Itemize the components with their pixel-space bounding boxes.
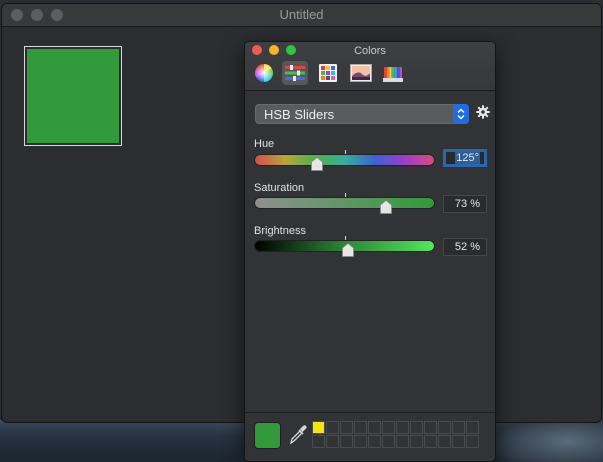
saturation-slider[interactable] [254, 193, 435, 214]
document-title: Untitled [279, 7, 324, 22]
hue-slider[interactable] [254, 150, 435, 171]
slider-mode-popup[interactable]: HSB Sliders [255, 104, 469, 124]
swatch-cell[interactable] [424, 421, 437, 434]
swatch-cell[interactable] [452, 421, 465, 434]
colors-panel-footer [245, 412, 495, 461]
swatch-cell[interactable] [396, 421, 409, 434]
color-wheel-icon [254, 64, 274, 82]
colors-panel-titlebar[interactable]: Colors [245, 42, 495, 91]
document-titlebar[interactable]: Untitled [2, 4, 601, 27]
swatch-cell[interactable] [466, 435, 479, 448]
swatch-cell[interactable] [452, 435, 465, 448]
brightness-slider[interactable] [254, 236, 435, 257]
swatch-cell[interactable] [368, 421, 381, 434]
swatch-cell[interactable] [396, 435, 409, 448]
gear-icon[interactable] [476, 105, 490, 119]
color-well[interactable] [24, 46, 122, 146]
current-color-well[interactable] [254, 422, 281, 449]
brightness-value-field[interactable]: 52 % [443, 238, 487, 256]
swatch-cell[interactable] [368, 435, 381, 448]
saturation-label: Saturation [254, 182, 305, 194]
swatch-cell[interactable] [410, 421, 423, 434]
popup-chevron-icon [453, 104, 469, 124]
hue-slider-tick [345, 150, 346, 154]
brightness-label: Brightness [254, 225, 306, 237]
color-swatches [312, 421, 479, 448]
pencils-icon [383, 67, 403, 82]
mode-color-wheel[interactable] [251, 61, 277, 85]
saturation-value-field[interactable]: 73 % [443, 195, 487, 213]
hue-label: Hue [254, 138, 275, 150]
saturation-value: 73 % [454, 198, 480, 210]
swatch-cell[interactable] [424, 435, 437, 448]
mode-image-palettes[interactable] [348, 61, 374, 85]
mode-sliders[interactable] [282, 61, 308, 85]
swatch-cell[interactable] [382, 421, 395, 434]
hue-slider-knob[interactable] [311, 157, 324, 171]
eyedropper-icon[interactable] [289, 425, 307, 445]
mode-palettes[interactable] [315, 61, 341, 85]
swatch-cell[interactable] [340, 435, 353, 448]
brightness-slider-knob[interactable] [342, 243, 354, 257]
palettes-icon [319, 64, 337, 82]
slider-mode-label: HSB Sliders [264, 107, 335, 122]
swatch-cell[interactable] [312, 435, 325, 448]
hue-value: 125° [455, 152, 480, 164]
swatch-cell[interactable] [326, 421, 339, 434]
swatch-cell[interactable] [438, 435, 451, 448]
color-well-swatch [27, 49, 119, 143]
swatch-cell[interactable] [340, 421, 353, 434]
saturation-slider-knob[interactable] [379, 200, 392, 214]
swatch-cell[interactable] [354, 435, 367, 448]
brightness-value: 52 % [454, 241, 480, 253]
saturation-slider-tick [345, 193, 346, 197]
brightness-slider-tick [345, 236, 346, 240]
sliders-icon [285, 65, 305, 81]
colors-panel-title: Colors [354, 45, 386, 57]
swatch-cell[interactable] [466, 421, 479, 434]
swatch-cell[interactable] [410, 435, 423, 448]
swatch-cell[interactable] [326, 435, 339, 448]
swatch-cell[interactable] [354, 421, 367, 434]
hue-value-field[interactable]: 125° [443, 149, 487, 167]
swatch-cell[interactable] [382, 435, 395, 448]
mode-pencils[interactable] [380, 61, 406, 85]
swatch-cell[interactable] [312, 421, 325, 434]
swatch-cell[interactable] [438, 421, 451, 434]
colors-panel: Colors HSB Sliders Hue 125° Saturation 7… [244, 41, 496, 462]
image-palettes-icon [350, 64, 372, 82]
